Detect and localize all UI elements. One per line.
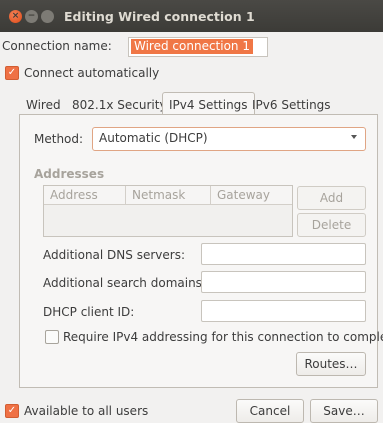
add-address-button[interactable]: Add bbox=[297, 186, 366, 210]
cancel-button[interactable]: Cancel bbox=[236, 399, 304, 423]
save-button[interactable]: Save… bbox=[310, 399, 378, 423]
available-to-all-users-checkbox[interactable]: ✓ bbox=[5, 404, 19, 418]
connect-automatically-label: Connect automatically bbox=[24, 66, 160, 80]
minimize-window-icon[interactable]: − bbox=[25, 10, 38, 23]
column-header-netmask[interactable]: Netmask bbox=[126, 186, 211, 205]
edit-connection-window: × − Editing Wired connection 1 Connectio… bbox=[0, 0, 383, 423]
available-to-all-users-label: Available to all users bbox=[24, 404, 149, 418]
connection-name-value: Wired connection 1 bbox=[131, 39, 253, 54]
dns-servers-input[interactable] bbox=[201, 243, 366, 265]
column-header-address[interactable]: Address bbox=[44, 186, 126, 205]
maximize-window-icon[interactable] bbox=[41, 10, 54, 23]
delete-address-button[interactable]: Delete bbox=[297, 213, 366, 237]
addresses-label: Addresses bbox=[34, 167, 105, 181]
require-ipv4-label: Require IPv4 addressing for this connect… bbox=[63, 330, 383, 344]
title-bar[interactable]: × − Editing Wired connection 1 bbox=[0, 0, 383, 32]
window-title: Editing Wired connection 1 bbox=[64, 9, 255, 24]
routes-button[interactable]: Routes… bbox=[296, 352, 366, 376]
chevron-down-icon bbox=[351, 135, 357, 139]
connection-name-input[interactable]: Wired connection 1 bbox=[128, 37, 268, 57]
require-ipv4-checkbox[interactable] bbox=[45, 330, 59, 344]
method-label: Method: bbox=[34, 132, 84, 146]
addresses-table[interactable]: Address Netmask Gateway bbox=[43, 185, 293, 237]
close-window-icon[interactable]: × bbox=[9, 10, 22, 23]
dns-servers-label: Additional DNS servers: bbox=[43, 248, 185, 262]
search-domains-input[interactable] bbox=[201, 271, 366, 293]
column-header-gateway[interactable]: Gateway bbox=[211, 186, 292, 205]
method-value: Automatic (DHCP) bbox=[99, 131, 208, 145]
dhcp-client-id-input[interactable] bbox=[201, 300, 366, 322]
dhcp-client-id-label: DHCP client ID: bbox=[43, 305, 135, 319]
search-domains-label: Additional search domains: bbox=[43, 276, 206, 290]
method-dropdown[interactable]: Automatic (DHCP) bbox=[92, 127, 366, 151]
connect-automatically-checkbox[interactable]: ✓ bbox=[5, 66, 19, 80]
connection-name-label: Connection name: bbox=[2, 39, 112, 53]
